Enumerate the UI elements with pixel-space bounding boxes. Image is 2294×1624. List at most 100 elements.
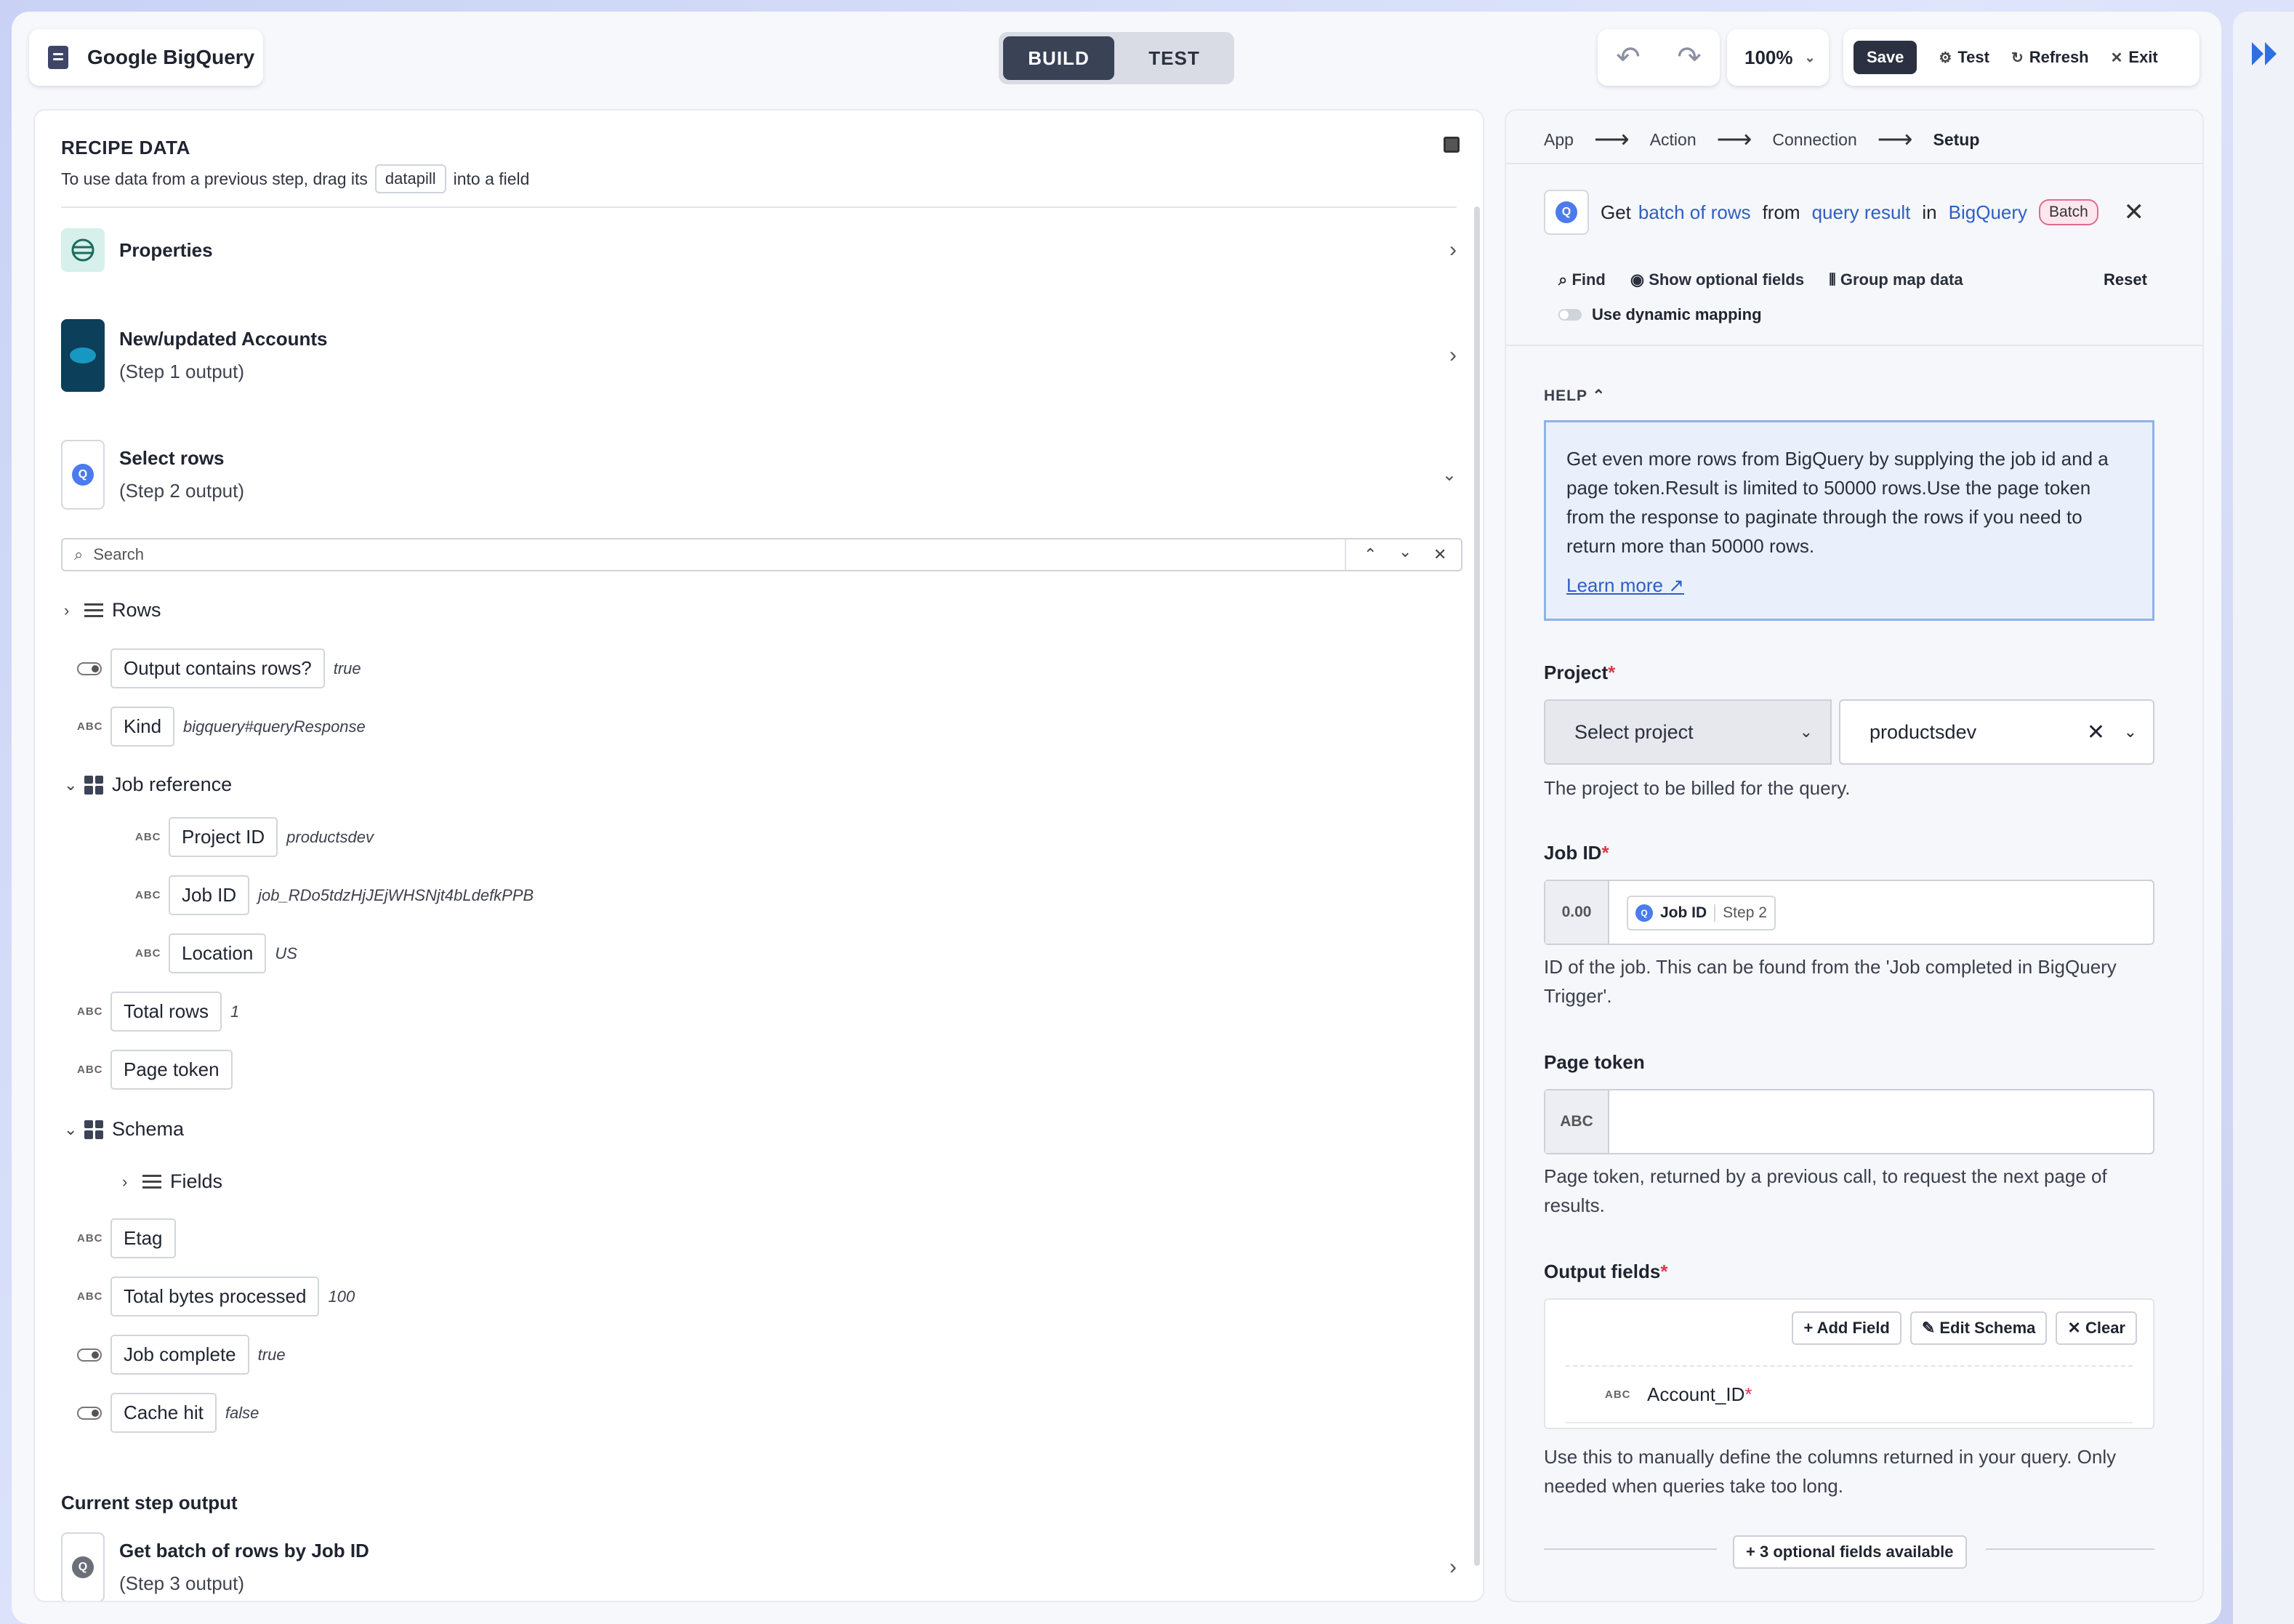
page-token-field[interactable]: ABC bbox=[1544, 1089, 2154, 1154]
string-type-badge: ABC bbox=[1605, 1388, 1631, 1401]
section-subtitle: (Step 1 output) bbox=[119, 361, 244, 382]
tab-test[interactable]: TEST bbox=[1119, 36, 1230, 80]
clear-icon[interactable]: ✕ bbox=[2087, 720, 2105, 745]
datapill[interactable]: Location bbox=[169, 933, 267, 973]
crumb-setup[interactable]: Setup bbox=[1933, 130, 1979, 150]
pill-location[interactable]: ABC Location US bbox=[135, 933, 297, 973]
arrow-right-icon: ⟶ bbox=[1716, 126, 1752, 153]
chevron-down-icon[interactable]: ⌄ bbox=[64, 1120, 77, 1139]
refresh-button[interactable]: ↻ Refresh bbox=[2011, 48, 2089, 67]
datapill[interactable]: Total bytes processed bbox=[110, 1277, 320, 1317]
close-icon[interactable]: ✕ bbox=[2124, 198, 2145, 227]
job-id-hint: ID of the job. This can be found from th… bbox=[1544, 956, 2117, 1007]
action-link[interactable]: batch of rows bbox=[1638, 201, 1751, 224]
bigquery-icon: Q bbox=[1635, 904, 1653, 922]
pill-project-id[interactable]: ABC Project ID productsdev bbox=[135, 817, 374, 857]
datapill[interactable]: Total rows bbox=[110, 992, 222, 1032]
pill-total-rows[interactable]: ABC Total rows 1 bbox=[77, 992, 239, 1032]
pill-cache-hit[interactable]: Cache hit false bbox=[77, 1393, 259, 1433]
tab-build[interactable]: BUILD bbox=[1003, 36, 1114, 80]
datapill[interactable]: Kind bbox=[110, 707, 175, 747]
pill-etag[interactable]: ABC Etag bbox=[77, 1218, 176, 1258]
zoom-select[interactable]: 100% ⌄ bbox=[1727, 29, 1829, 86]
section-select-rows[interactable]: Q Select rows (Step 2 output) ⌄ bbox=[61, 439, 1457, 510]
search-input[interactable]: Search bbox=[93, 545, 144, 564]
edit-schema-button[interactable]: ✎ Edit Schema bbox=[1909, 1311, 2048, 1345]
save-button[interactable]: Save bbox=[1854, 41, 1917, 74]
section-subtitle: (Step 2 output) bbox=[119, 480, 244, 502]
crumb-app[interactable]: App bbox=[1544, 130, 1574, 150]
tree-schema[interactable]: ⌄ Schema bbox=[64, 1118, 184, 1141]
datapill-search[interactable]: ⌕ Search ⌃ ⌄ ✕ bbox=[61, 538, 1462, 571]
show-optional-button[interactable]: ◉ Show optional fields bbox=[1630, 270, 1804, 289]
project-hint: The project to be billed for the query. bbox=[1544, 777, 1851, 799]
expand-panel-icon[interactable] bbox=[2249, 38, 2281, 70]
crumb-action[interactable]: Action bbox=[1650, 130, 1697, 150]
chevron-down-icon[interactable]: ⌄ bbox=[1398, 542, 1412, 561]
toggle-switch[interactable] bbox=[1558, 309, 1582, 321]
section-properties[interactable]: Properties › bbox=[61, 228, 1457, 272]
chevron-up-icon[interactable]: ⌃ bbox=[1364, 545, 1377, 564]
datapill[interactable]: Cache hit bbox=[110, 1393, 217, 1433]
exit-button[interactable]: ✕ Exit bbox=[2111, 48, 2158, 67]
help-toggle[interactable]: HELP ⌃ bbox=[1544, 387, 1606, 405]
pill-total-bytes[interactable]: ABC Total bytes processed 100 bbox=[77, 1277, 355, 1317]
string-type-badge: ABC bbox=[77, 720, 103, 733]
find-button[interactable]: ⌕ Find bbox=[1558, 270, 1606, 289]
chevron-down-icon[interactable]: ⌄ bbox=[64, 776, 77, 795]
tree-job-reference[interactable]: ⌄ Job reference bbox=[64, 773, 232, 796]
chevron-right-icon: › bbox=[1449, 1555, 1457, 1579]
datapill[interactable]: Etag bbox=[110, 1218, 176, 1258]
section-new-updated-accounts[interactable]: New/updated Accounts (Step 1 output) › bbox=[61, 318, 1457, 393]
test-button[interactable]: ⚙ Test bbox=[1939, 48, 1989, 67]
tree-rows[interactable]: › Rows bbox=[64, 599, 161, 622]
refresh-icon: ↻ bbox=[2011, 49, 2024, 66]
chevron-right-icon[interactable]: › bbox=[64, 601, 76, 620]
recipe-title-pill[interactable]: Google BigQuery bbox=[29, 29, 263, 86]
crumb-connection[interactable]: Connection bbox=[1772, 130, 1856, 150]
pill-kind[interactable]: ABC Kind bigquery#queryResponse bbox=[77, 707, 366, 747]
find-label: Find bbox=[1571, 270, 1606, 289]
close-icon[interactable]: ✕ bbox=[1433, 545, 1446, 564]
undo-icon[interactable]: ↶ bbox=[1616, 41, 1641, 74]
divider bbox=[1544, 1548, 1717, 1550]
section-title: Properties bbox=[119, 238, 213, 261]
pill-page-token[interactable]: ABC Page token bbox=[77, 1050, 233, 1090]
section-current-step[interactable]: Q Get batch of rows by Job ID (Step 3 ou… bbox=[61, 1531, 1457, 1601]
pill-job-complete[interactable]: Job complete true bbox=[77, 1335, 286, 1375]
project-mode-select[interactable]: Select project ⌄ bbox=[1544, 699, 1832, 765]
output-field-row[interactable]: ABC Account_ID* bbox=[1566, 1365, 2133, 1423]
group-map-button[interactable]: ⦀ Group map data bbox=[1829, 270, 1963, 289]
field-type-toggle[interactable]: 0.00 bbox=[1545, 881, 1609, 944]
job-id-field[interactable]: 0.00 Q Job ID Step 2 bbox=[1544, 880, 2154, 945]
scrollbar[interactable] bbox=[1474, 206, 1480, 1566]
optional-fields-button[interactable]: + 3 optional fields available bbox=[1733, 1535, 1967, 1569]
datapill[interactable]: Page token bbox=[110, 1050, 233, 1090]
project-select[interactable]: productsdev ✕ ⌄ bbox=[1839, 699, 2154, 765]
app-link[interactable]: BigQuery bbox=[1949, 201, 2027, 224]
datapill[interactable]: Output contains rows? bbox=[110, 648, 325, 688]
field-type-toggle[interactable]: ABC bbox=[1545, 1090, 1609, 1153]
collapse-panel-icon[interactable] bbox=[1444, 137, 1460, 153]
datapill[interactable]: Job complete bbox=[110, 1335, 249, 1375]
add-field-button[interactable]: + Add Field bbox=[1792, 1311, 1901, 1345]
datapill[interactable]: Project ID bbox=[169, 817, 278, 857]
side-rail bbox=[2233, 12, 2294, 1624]
current-step-output-heading: Current step output bbox=[61, 1492, 238, 1514]
datapill[interactable]: Job ID bbox=[169, 875, 250, 915]
clear-button[interactable]: ✕ Clear bbox=[2056, 1311, 2137, 1345]
learn-more-link[interactable]: Learn more ↗ bbox=[1566, 571, 2132, 600]
tree-fields[interactable]: › Fields bbox=[122, 1170, 222, 1193]
pill-job-id[interactable]: ABC Job ID job_RDo5tdzHjJEjWHSNjt4bLdefk… bbox=[135, 875, 534, 915]
object-icon bbox=[84, 775, 103, 795]
job-id-datapill[interactable]: Q Job ID Step 2 bbox=[1627, 896, 1776, 930]
redo-icon[interactable]: ↷ bbox=[1677, 41, 1702, 74]
sample-value: 100 bbox=[328, 1287, 355, 1306]
action-link[interactable]: query result bbox=[1812, 201, 1911, 224]
sample-value: job_RDo5tdzHjJEjWHSNjt4bLdefkPPB bbox=[258, 885, 534, 904]
reset-button[interactable]: Reset bbox=[2104, 270, 2147, 289]
pill-label: Job ID bbox=[1660, 904, 1707, 921]
pill-output-contains-rows[interactable]: Output contains rows? true bbox=[77, 648, 361, 688]
chevron-right-icon[interactable]: › bbox=[122, 1173, 134, 1191]
dynamic-mapping-toggle[interactable]: Use dynamic mapping bbox=[1558, 305, 1762, 324]
